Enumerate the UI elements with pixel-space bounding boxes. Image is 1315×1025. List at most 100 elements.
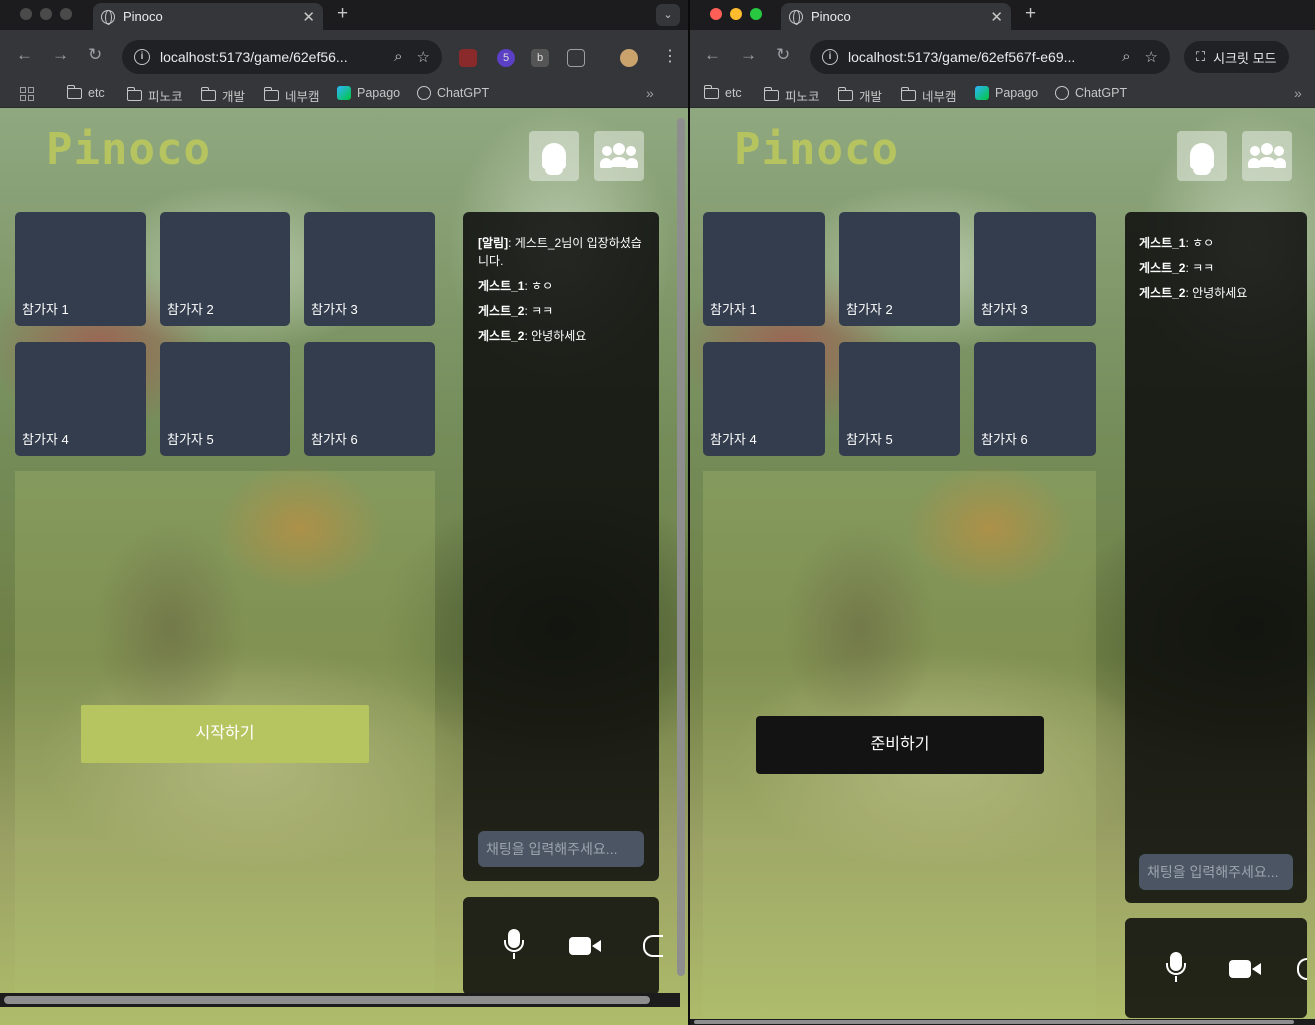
zoom-icon[interactable]: ⌕ xyxy=(1122,48,1130,66)
participant-label: 참가자 2 xyxy=(846,302,893,317)
participant-label: 참가자 6 xyxy=(311,432,358,447)
tab-title: Pinoco xyxy=(811,9,851,24)
address-bar[interactable]: i localhost:5173/game/62ef56... ⌕ ☆ xyxy=(122,40,442,74)
game-stage: 시작하기 xyxy=(15,471,435,1001)
participant-label: 참가자 1 xyxy=(22,302,69,317)
game-stage: 준비하기 xyxy=(703,471,1096,1025)
bookmark-chatgpt[interactable]: ChatGPT xyxy=(1055,86,1127,100)
ready-button[interactable]: 준비하기 xyxy=(756,716,1044,774)
exit-button[interactable] xyxy=(1297,958,1307,982)
more-menu-icon[interactable]: ⋮ xyxy=(1310,46,1315,66)
mic-button[interactable] xyxy=(1162,952,1190,986)
profile-avatar[interactable] xyxy=(620,49,638,67)
more-bookmarks-icon[interactable]: » xyxy=(1294,85,1302,101)
bookmark-star-icon[interactable]: ☆ xyxy=(417,48,430,66)
ghost-button[interactable] xyxy=(529,131,579,181)
participant-label: 참가자 5 xyxy=(846,432,893,447)
bookmark-etc[interactable]: etc xyxy=(66,84,105,100)
close-window-button[interactable] xyxy=(20,8,32,20)
more-menu-icon[interactable]: ⋮ xyxy=(662,46,678,66)
bookmark-etc[interactable]: etc xyxy=(703,84,742,100)
game-page: Pinoco 참가자 1 참가자 2 참가자 3 참가자 4 참가자 5 참가자… xyxy=(690,108,1315,1025)
horizontal-scrollbar[interactable] xyxy=(690,1019,1315,1025)
more-bookmarks-icon[interactable]: » xyxy=(646,85,654,101)
start-button[interactable]: 시작하기 xyxy=(81,705,369,763)
participant-card: 참가자 3 xyxy=(304,212,435,326)
exit-button[interactable] xyxy=(643,935,663,959)
bookmark-boostcamp[interactable]: 네부캠 xyxy=(263,86,320,105)
users-icon xyxy=(600,143,638,169)
horizontal-scroll-thumb[interactable] xyxy=(4,996,650,1004)
bookmark-dev[interactable]: 개발 xyxy=(200,86,245,105)
bookmark-papago[interactable]: Papago xyxy=(337,86,400,100)
site-info-icon[interactable]: i xyxy=(822,49,838,65)
window-controls xyxy=(710,8,762,20)
tab-search-button[interactable]: ⌄ xyxy=(656,4,680,26)
participants-button[interactable] xyxy=(1242,131,1292,181)
bookmark-chatgpt[interactable]: ChatGPT xyxy=(417,86,489,100)
browser-tab[interactable]: Pinoco ✕ xyxy=(781,3,1011,30)
chatgpt-icon xyxy=(1055,86,1069,100)
tab-strip: Pinoco ✕ + xyxy=(690,0,1315,30)
participant-card: 참가자 6 xyxy=(304,342,435,456)
papago-icon xyxy=(975,86,989,100)
ghost-button[interactable] xyxy=(1177,131,1227,181)
bookmarks-bar: etc 피노코 개발 네부캠 Papago ChatGPT » xyxy=(690,80,1315,108)
reload-icon[interactable]: ↻ xyxy=(776,45,790,65)
camera-button[interactable] xyxy=(569,935,603,957)
horizontal-scrollbar[interactable] xyxy=(0,993,680,1007)
zoom-window-button[interactable] xyxy=(60,8,72,20)
site-info-icon[interactable]: i xyxy=(134,49,150,65)
minimize-window-button[interactable] xyxy=(730,8,742,20)
media-controls xyxy=(1125,918,1307,1018)
horizontal-scroll-thumb[interactable] xyxy=(694,1020,1294,1024)
minimize-window-button[interactable] xyxy=(40,8,52,20)
bookmark-papago[interactable]: Papago xyxy=(975,86,1038,100)
extension-badge-icon[interactable]: 5 xyxy=(497,49,515,67)
close-tab-icon[interactable]: ✕ xyxy=(302,8,315,26)
chat-message: 게스트_2: ㅋㅋ xyxy=(1139,261,1215,275)
chat-input[interactable] xyxy=(478,831,644,867)
address-bar[interactable]: i localhost:5173/game/62ef567f-e69... ⌕ … xyxy=(810,40,1170,74)
bookmark-pinoco[interactable]: 피노코 xyxy=(126,86,183,105)
browser-tab[interactable]: Pinoco ✕ xyxy=(93,3,323,30)
participant-label: 참가자 4 xyxy=(22,432,69,447)
bookmark-boostcamp[interactable]: 네부캠 xyxy=(900,86,957,105)
bookmark-star-icon[interactable]: ☆ xyxy=(1145,48,1158,66)
globe-icon xyxy=(101,9,115,25)
chat-message: 게스트_1: ㅎㅇ xyxy=(478,279,554,293)
back-icon[interactable]: ← xyxy=(704,45,721,65)
bookmark-dev[interactable]: 개발 xyxy=(837,86,882,105)
incognito-badge[interactable]: ⛶ 시크릿 모드 xyxy=(1184,41,1289,73)
vertical-scrollbar[interactable] xyxy=(677,118,685,976)
zoom-window-button[interactable] xyxy=(750,8,762,20)
folder-icon xyxy=(200,87,216,101)
participant-card: 참가자 4 xyxy=(15,342,146,456)
close-window-button[interactable] xyxy=(710,8,722,20)
chat-input[interactable] xyxy=(1139,854,1293,890)
chat-message: 게스트_2: ㅋㅋ xyxy=(478,304,554,318)
apps-grid-icon[interactable] xyxy=(20,87,34,101)
new-tab-icon[interactable]: + xyxy=(1025,3,1036,25)
forward-icon[interactable]: → xyxy=(740,45,757,65)
back-icon[interactable]: ← xyxy=(16,45,33,65)
forward-icon[interactable]: → xyxy=(52,45,69,65)
close-tab-icon[interactable]: ✕ xyxy=(990,8,1003,26)
window-controls xyxy=(20,8,72,20)
chat-message: 게스트_2: 안녕하세요 xyxy=(1139,286,1248,300)
bookmark-pinoco[interactable]: 피노코 xyxy=(763,86,820,105)
extension-icon[interactable] xyxy=(459,49,477,67)
mic-button[interactable] xyxy=(500,929,528,963)
camera-button[interactable] xyxy=(1229,958,1263,980)
bookmarks-bar: etc 피노코 개발 네부캠 Papago ChatGPT » xyxy=(0,80,688,108)
reload-icon[interactable]: ↻ xyxy=(88,45,102,65)
zoom-icon[interactable]: ⌕ xyxy=(394,48,402,66)
extensions-puzzle-icon[interactable] xyxy=(567,49,585,67)
participant-label: 참가자 1 xyxy=(710,302,757,317)
media-controls xyxy=(463,897,663,995)
new-tab-icon[interactable]: + xyxy=(337,3,348,25)
participants-button[interactable] xyxy=(594,131,644,181)
extension-b-icon[interactable]: b xyxy=(531,49,549,67)
chat-message: 게스트_2: 안녕하세요 xyxy=(478,329,587,343)
participant-grid: 참가자 1 참가자 2 참가자 3 참가자 4 참가자 5 참가자 6 xyxy=(15,212,435,456)
